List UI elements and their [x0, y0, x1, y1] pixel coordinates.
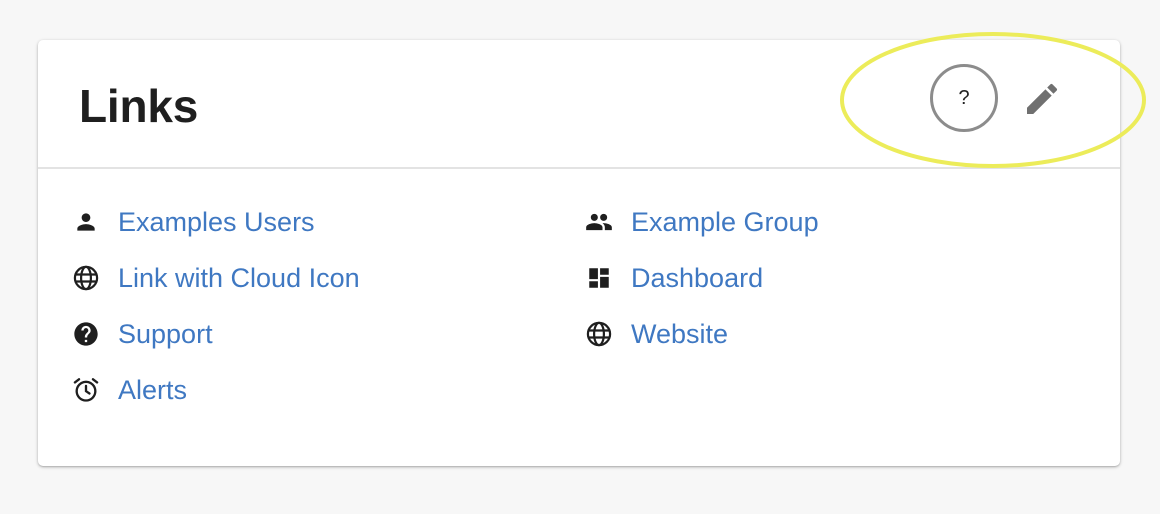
dashboard-icon: [585, 264, 613, 292]
links-list: Examples Users Link with Cloud Icon Supp…: [38, 40, 1120, 466]
link-example-group[interactable]: Example Group: [585, 202, 819, 242]
link-label: Link with Cloud Icon: [118, 263, 360, 293]
link-examples-users[interactable]: Examples Users: [72, 202, 315, 242]
link-label: Alerts: [118, 375, 188, 405]
link-label: Support: [118, 319, 213, 349]
link-cloud-icon[interactable]: Link with Cloud Icon: [72, 258, 360, 298]
link-label: Example Group: [631, 207, 819, 237]
link-support[interactable]: Support: [72, 314, 213, 354]
alarm-clock-icon: [72, 376, 100, 404]
link-dashboard[interactable]: Dashboard: [585, 258, 763, 298]
link-label: Examples Users: [118, 207, 315, 237]
group-icon: [585, 208, 613, 236]
help-circle-icon: [72, 320, 100, 348]
links-card: Links ? Examples Users Link with Cloud I…: [38, 40, 1120, 466]
globe-icon: [72, 264, 100, 292]
person-icon: [72, 208, 100, 236]
link-alerts[interactable]: Alerts: [72, 370, 187, 410]
link-label: Dashboard: [631, 263, 764, 293]
link-label: Website: [631, 319, 729, 349]
link-website[interactable]: Website: [585, 314, 728, 354]
globe-icon: [585, 320, 613, 348]
